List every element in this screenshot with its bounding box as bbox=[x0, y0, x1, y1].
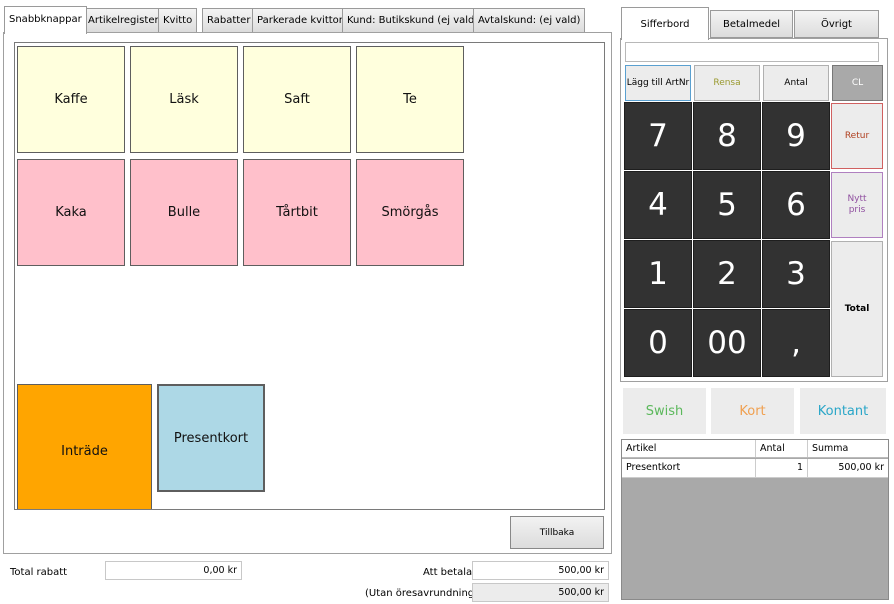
tab-ovrigt[interactable]: Övrigt bbox=[794, 10, 879, 38]
quick-button-tartbit[interactable]: Tårtbit bbox=[243, 159, 351, 266]
tab-parkerade-kvitton[interactable]: Parkerade kvitton bbox=[252, 8, 351, 32]
key-3[interactable]: 3 bbox=[762, 240, 830, 308]
tab-sifferbord[interactable]: Sifferbord bbox=[621, 7, 709, 40]
clear-button[interactable]: Rensa bbox=[694, 65, 760, 101]
new-price-button[interactable]: Nytt pris bbox=[831, 172, 883, 238]
main-tab-strip: Snabbknappar Artikelregister Kvitto Raba… bbox=[4, 6, 604, 34]
key-comma[interactable]: , bbox=[762, 309, 830, 377]
quick-button-kaka[interactable]: Kaka bbox=[17, 159, 125, 266]
receipt-table: Artikel Antal Summa Presentkort 1 500,00… bbox=[621, 439, 889, 600]
key-0[interactable]: 0 bbox=[624, 309, 692, 377]
row-article: Presentkort bbox=[622, 459, 756, 477]
tab-artikelregister[interactable]: Artikelregister bbox=[83, 8, 164, 32]
receipt-header: Artikel Antal Summa bbox=[622, 440, 888, 458]
row-sum: 500,00 kr bbox=[838, 462, 884, 473]
numpad-input[interactable] bbox=[625, 42, 879, 62]
add-artnr-button[interactable]: Lägg till ArtNr bbox=[625, 65, 691, 101]
tab-kvitto[interactable]: Kvitto bbox=[158, 8, 198, 32]
header-antal[interactable]: Antal bbox=[756, 440, 808, 457]
key-4[interactable]: 4 bbox=[624, 171, 692, 239]
cash-button[interactable]: Kontant bbox=[800, 388, 886, 434]
quick-button-lask[interactable]: Läsk bbox=[130, 46, 238, 153]
quick-button-intrade[interactable]: Inträde bbox=[17, 384, 152, 509]
key-9[interactable]: 9 bbox=[762, 102, 830, 170]
tab-snabbknappar[interactable]: Snabbknappar bbox=[4, 6, 87, 34]
quick-button-bulle[interactable]: Bulle bbox=[130, 159, 238, 266]
total-discount-label: Total rabatt bbox=[10, 567, 68, 578]
quick-button-kaffe[interactable]: Kaffe bbox=[17, 46, 125, 153]
no-rounding-label: (Utan öresavrundning) bbox=[365, 588, 479, 599]
key-00[interactable]: 00 bbox=[693, 309, 761, 377]
total-button[interactable]: Total bbox=[831, 241, 883, 377]
tab-kund[interactable]: Kund: Butikskund (ej vald) bbox=[342, 8, 484, 32]
swish-button[interactable]: Swish bbox=[623, 388, 706, 434]
tab-avtalskund[interactable]: Avtalskund: (ej vald) bbox=[473, 8, 586, 32]
key-6[interactable]: 6 bbox=[762, 171, 830, 239]
key-8[interactable]: 8 bbox=[693, 102, 761, 170]
back-button[interactable]: Tillbaka bbox=[510, 516, 604, 549]
return-button[interactable]: Retur bbox=[831, 103, 883, 169]
to-pay-label: Att betala bbox=[423, 567, 473, 578]
quantity-button[interactable]: Antal bbox=[763, 65, 829, 101]
tab-betalmedel[interactable]: Betalmedel bbox=[710, 10, 793, 38]
quick-buttons-panel: Kaffe Läsk Saft Te Kaka Bulle Tårtbit Sm… bbox=[14, 42, 605, 510]
key-2[interactable]: 2 bbox=[693, 240, 761, 308]
quick-button-te[interactable]: Te bbox=[356, 46, 464, 153]
to-pay-value: 500,00 kr bbox=[472, 561, 609, 580]
key-1[interactable]: 1 bbox=[624, 240, 692, 308]
cl-button[interactable]: CL bbox=[832, 65, 883, 101]
key-5[interactable]: 5 bbox=[693, 171, 761, 239]
header-artikel[interactable]: Artikel bbox=[622, 440, 756, 457]
quick-button-saft[interactable]: Saft bbox=[243, 46, 351, 153]
tab-rabatter[interactable]: Rabatter bbox=[202, 8, 256, 32]
card-button[interactable]: Kort bbox=[711, 388, 794, 434]
total-discount-value: 0,00 kr bbox=[105, 561, 242, 580]
table-row[interactable]: Presentkort 1 500,00 kr bbox=[622, 459, 888, 478]
row-quantity: 1 bbox=[756, 459, 808, 477]
no-rounding-value: 500,00 kr bbox=[472, 583, 609, 602]
header-summa[interactable]: Summa bbox=[808, 440, 888, 457]
key-7[interactable]: 7 bbox=[624, 102, 692, 170]
quick-button-presentkort[interactable]: Presentkort bbox=[157, 384, 265, 492]
quick-button-smorgas[interactable]: Smörgås bbox=[356, 159, 464, 266]
